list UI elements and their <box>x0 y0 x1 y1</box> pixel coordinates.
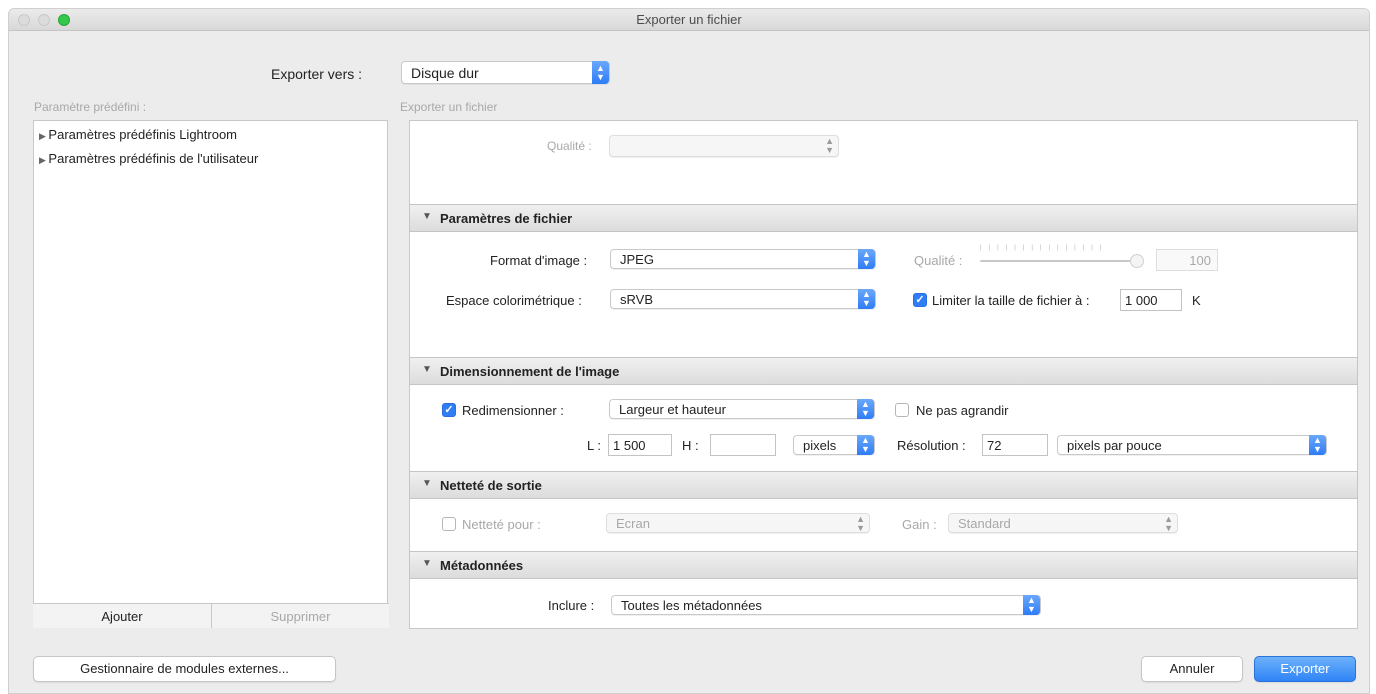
colorspace-label: Espace colorimétrique : <box>446 293 582 308</box>
limit-size-value: 1 000 <box>1125 293 1158 308</box>
window-title: Exporter un fichier <box>636 12 742 27</box>
no-enlarge-label: Ne pas agrandir <box>916 403 1009 418</box>
resize-label: Redimensionner : <box>462 403 564 418</box>
disclosure-triangle-icon[interactable]: ▼ <box>422 211 432 222</box>
gain-value: Standard <box>958 516 1011 531</box>
preset-button-bar: Ajouter Supprimer <box>33 603 389 628</box>
preset-folder-lightroom[interactable]: ▶ Paramètres prédéfinis Lightroom <box>39 127 237 142</box>
popup-arrows-icon: ▲ ▼ <box>1164 514 1173 533</box>
include-popup[interactable]: Toutes les métadonnées ▲ ▼ <box>611 595 1041 615</box>
popup-arrows-icon: ▲ ▼ <box>1309 435 1326 455</box>
section-header-file-settings[interactable]: ▼ Paramètres de fichier <box>409 204 1358 232</box>
sharpen-for-label: Netteté pour : <box>462 517 541 532</box>
add-preset-button[interactable]: Ajouter <box>33 609 211 624</box>
checkmark-icon: ✓ <box>444 404 454 416</box>
colorspace-popup[interactable]: sRVB ▲ ▼ <box>610 289 876 309</box>
include-label: Inclure : <box>548 598 595 613</box>
title-bar: Exporter un fichier <box>9 9 1369 31</box>
quality-slider-track[interactable] <box>980 260 1140 262</box>
popup-arrows-icon: ▲ ▼ <box>858 289 875 309</box>
cancel-button[interactable]: Annuler <box>1141 656 1243 682</box>
size-unit-popup[interactable]: pixels ▲ ▼ <box>793 435 875 455</box>
export-location-panel: Qualité : ▲ ▼ <box>409 120 1358 204</box>
section-header-output-sharpening[interactable]: ▼ Netteté de sortie <box>409 471 1358 499</box>
section-header-metadata[interactable]: ▼ Métadonnées <box>409 551 1358 579</box>
height-field[interactable] <box>710 434 776 456</box>
section-header-image-sizing[interactable]: ▼ Dimensionnement de l'image <box>409 357 1358 385</box>
disclosure-triangle-icon[interactable]: ▼ <box>422 478 432 489</box>
include-value: Toutes les métadonnées <box>621 598 762 613</box>
limit-size-checkbox[interactable]: ✓ <box>913 293 927 307</box>
width-value: 1 500 <box>613 438 646 453</box>
height-label: H : <box>682 438 699 453</box>
export-button[interactable]: Exporter <box>1254 656 1356 682</box>
jpeg-quality-field[interactable]: 100 <box>1156 249 1218 271</box>
output-sharpening-panel: Netteté pour : Ecran ▲ ▼ Gain : Standard … <box>409 499 1358 551</box>
resolution-value: 72 <box>987 438 1002 453</box>
metadata-panel: Inclure : Toutes les métadonnées ▲ ▼ <box>409 579 1358 629</box>
preset-folder-label: Paramètres prédéfinis Lightroom <box>48 127 238 142</box>
resolution-unit-popup[interactable]: pixels par pouce ▲ ▼ <box>1057 435 1327 455</box>
sharpen-for-value: Ecran <box>616 516 650 531</box>
popup-arrows-icon: ▲ ▼ <box>856 514 865 533</box>
image-sizing-panel: ✓ Redimensionner : Largeur et hauteur ▲ ▼… <box>409 385 1358 471</box>
preset-list: ▶ Paramètres prédéfinis Lightroom ▶ Para… <box>33 120 389 628</box>
popup-arrows-icon: ▲ ▼ <box>592 61 609 84</box>
format-value: JPEG <box>620 252 654 267</box>
resize-mode-popup[interactable]: Largeur et hauteur ▲ ▼ <box>609 399 875 419</box>
limit-size-field[interactable]: 1 000 <box>1120 289 1182 311</box>
jpeg-quality-value: 100 <box>1189 253 1211 268</box>
section-title: Paramètres de fichier <box>440 211 573 226</box>
popup-arrows-icon: ▲ ▼ <box>825 136 834 155</box>
section-title: Netteté de sortie <box>440 478 542 493</box>
quality-slider-ticks: ||||||||||||||| <box>980 245 1109 251</box>
gain-label: Gain : <box>902 517 937 532</box>
export-dialog: Exporter un fichier Exporter vers : Disq… <box>8 8 1370 694</box>
disclosure-triangle-icon[interactable]: ▶ <box>39 155 48 165</box>
plugin-manager-button[interactable]: Gestionnaire de modules externes... <box>33 656 336 682</box>
section-title: Dimensionnement de l'image <box>440 364 620 379</box>
limit-size-label: Limiter la taille de fichier à : <box>932 293 1090 308</box>
limit-size-unit: K <box>1192 293 1201 308</box>
resize-checkbox[interactable]: ✓ <box>442 403 456 417</box>
main-subtitle: Exporter un fichier <box>400 100 498 114</box>
resize-mode-value: Largeur et hauteur <box>619 402 726 417</box>
resolution-label: Résolution : <box>897 438 966 453</box>
size-unit-value: pixels <box>803 438 837 453</box>
resolution-unit-value: pixels par pouce <box>1067 438 1162 453</box>
format-label: Format d'image : <box>490 253 588 268</box>
checkmark-icon: ✓ <box>915 294 925 306</box>
colorspace-value: sRVB <box>620 292 653 307</box>
disclosure-triangle-icon[interactable]: ▼ <box>422 364 432 375</box>
width-label: L : <box>587 438 601 453</box>
popup-arrows-icon: ▲ ▼ <box>858 249 875 269</box>
preset-folder-label: Paramètres prédéfinis de l'utilisateur <box>48 151 259 166</box>
no-enlarge-checkbox[interactable] <box>895 403 909 417</box>
quality-slider-knob[interactable] <box>1130 254 1144 268</box>
popup-arrows-icon: ▲ ▼ <box>857 435 874 455</box>
format-popup[interactable]: JPEG ▲ ▼ <box>610 249 876 269</box>
popup-arrows-icon: ▲ ▼ <box>857 399 874 419</box>
resolution-field[interactable]: 72 <box>982 434 1048 456</box>
quality-popup[interactable]: ▲ ▼ <box>609 135 839 157</box>
quality-label: Qualité : <box>547 139 592 153</box>
export-to-popup[interactable]: Disque dur ▲ ▼ <box>401 61 610 84</box>
disclosure-triangle-icon[interactable]: ▶ <box>39 131 48 141</box>
remove-preset-button[interactable]: Supprimer <box>212 609 389 624</box>
file-settings-panel: Format d'image : JPEG ▲ ▼ Qualité : |||||… <box>409 232 1358 357</box>
popup-arrows-icon: ▲ ▼ <box>1023 595 1040 615</box>
export-to-label: Exporter vers : <box>271 66 363 82</box>
disclosure-triangle-icon[interactable]: ▼ <box>422 558 432 569</box>
gain-popup[interactable]: Standard ▲ ▼ <box>948 513 1178 533</box>
sharpen-for-popup[interactable]: Ecran ▲ ▼ <box>606 513 870 533</box>
preset-folder-user[interactable]: ▶ Paramètres prédéfinis de l'utilisateur <box>39 151 258 166</box>
sharpen-checkbox[interactable] <box>442 517 456 531</box>
jpeg-quality-label: Qualité : <box>914 253 963 268</box>
export-to-value: Disque dur <box>411 65 479 81</box>
width-field[interactable]: 1 500 <box>608 434 672 456</box>
preset-label: Paramètre prédéfini : <box>34 100 147 114</box>
section-title: Métadonnées <box>440 558 524 573</box>
